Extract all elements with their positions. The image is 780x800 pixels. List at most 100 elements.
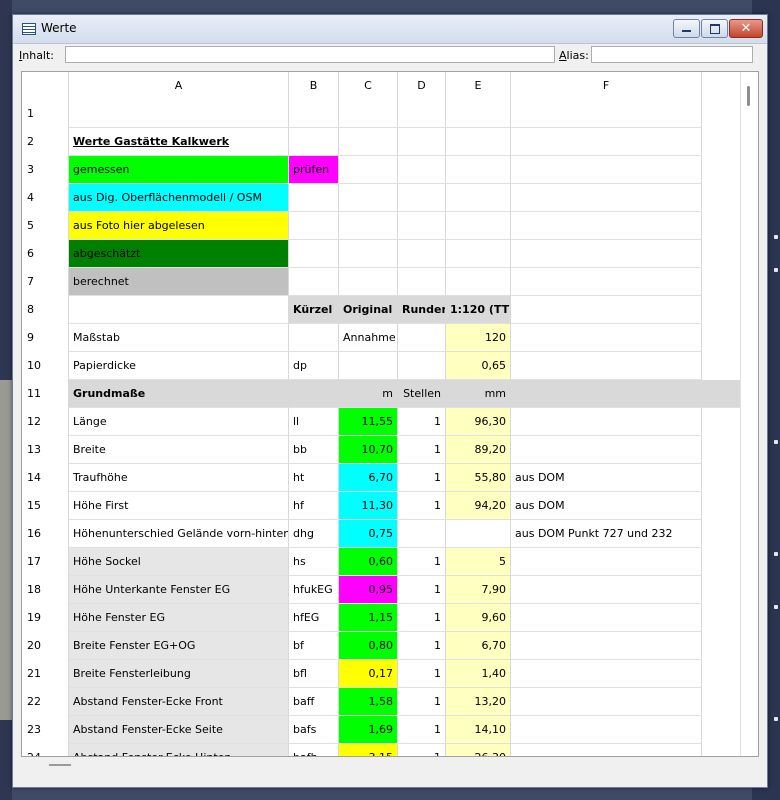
- cell-e13[interactable]: 89,20: [446, 436, 511, 464]
- cell-a21[interactable]: Breite Fensterleibung: [69, 660, 289, 688]
- row-header[interactable]: 24: [22, 744, 69, 756]
- row-header[interactable]: 22: [22, 688, 69, 716]
- row-header[interactable]: 7: [22, 268, 69, 296]
- row-header[interactable]: 21: [22, 660, 69, 688]
- empty-cell[interactable]: [511, 660, 702, 688]
- row-header[interactable]: 13: [22, 436, 69, 464]
- cell-e18[interactable]: 7,90: [446, 576, 511, 604]
- cell-e8[interactable]: 1:120 (TT): [446, 296, 511, 324]
- empty-cell[interactable]: [511, 324, 702, 352]
- empty-cell[interactable]: [339, 212, 398, 240]
- maximize-button[interactable]: [701, 19, 728, 38]
- empty-cell[interactable]: [446, 212, 511, 240]
- row-header[interactable]: 20: [22, 632, 69, 660]
- empty-cell[interactable]: [511, 128, 702, 156]
- cell-b20[interactable]: bf: [289, 632, 339, 660]
- column-header-f[interactable]: F: [511, 72, 702, 100]
- cell-b21[interactable]: bfl: [289, 660, 339, 688]
- empty-cell[interactable]: [339, 352, 398, 380]
- cell-e19[interactable]: 9,60: [446, 604, 511, 632]
- cell-d12[interactable]: 1: [398, 408, 446, 436]
- column-header-b[interactable]: B: [289, 72, 339, 100]
- row-header[interactable]: 1: [22, 100, 69, 128]
- corner-header[interactable]: [22, 72, 69, 100]
- empty-cell[interactable]: [446, 184, 511, 212]
- empty-cell[interactable]: [511, 408, 702, 436]
- empty-cell[interactable]: [511, 688, 702, 716]
- column-header-e[interactable]: E: [446, 72, 511, 100]
- cell-b15[interactable]: hf: [289, 492, 339, 520]
- empty-cell[interactable]: [446, 520, 511, 548]
- cell-b12[interactable]: ll: [289, 408, 339, 436]
- cell-a5[interactable]: aus Foto hier abgelesen: [69, 212, 289, 240]
- cell-d20[interactable]: 1: [398, 632, 446, 660]
- cell-d17[interactable]: 1: [398, 548, 446, 576]
- cell-e24[interactable]: 26,30: [446, 744, 511, 756]
- cell-f16[interactable]: aus DOM Punkt 727 und 232: [511, 520, 702, 548]
- cell-a9[interactable]: Maßstab: [69, 324, 289, 352]
- cell-c16[interactable]: 0,75: [339, 520, 398, 548]
- cell-f14[interactable]: aus DOM: [511, 464, 702, 492]
- cell-d18[interactable]: 1: [398, 576, 446, 604]
- cell-a20[interactable]: Breite Fenster EG+OG: [69, 632, 289, 660]
- cell-a2[interactable]: Werte Gastätte Kalkwerk: [69, 128, 289, 156]
- cell-a16[interactable]: Höhenunterschied Gelände vorn-hinten: [69, 520, 289, 548]
- empty-cell[interactable]: [511, 212, 702, 240]
- cell-b14[interactable]: ht: [289, 464, 339, 492]
- empty-cell[interactable]: [446, 268, 511, 296]
- cell-b16[interactable]: dhg: [289, 520, 339, 548]
- cell-c18[interactable]: 0,95: [339, 576, 398, 604]
- empty-cell[interactable]: [339, 184, 398, 212]
- row-header[interactable]: 2: [22, 128, 69, 156]
- vertical-scrollbar[interactable]: [740, 72, 758, 756]
- cell-d23[interactable]: 1: [398, 716, 446, 744]
- cell-b11[interactable]: [289, 380, 339, 408]
- title-bar[interactable]: Werte ✕: [13, 15, 767, 44]
- row-header[interactable]: 14: [22, 464, 69, 492]
- cell-b23[interactable]: bafs: [289, 716, 339, 744]
- cell-a15[interactable]: Höhe First: [69, 492, 289, 520]
- cell-c11[interactable]: m: [339, 380, 398, 408]
- cell-b10[interactable]: dp: [289, 352, 339, 380]
- row-header[interactable]: 10: [22, 352, 69, 380]
- horizontal-scrollbar-thumb[interactable]: [49, 764, 71, 766]
- cell-b22[interactable]: baff: [289, 688, 339, 716]
- empty-cell[interactable]: [398, 212, 446, 240]
- cell-b19[interactable]: hfEG: [289, 604, 339, 632]
- cell-d21[interactable]: 1: [398, 660, 446, 688]
- cell-d8[interactable]: Runden: [398, 296, 446, 324]
- empty-cell[interactable]: [511, 156, 702, 184]
- row-header[interactable]: 12: [22, 408, 69, 436]
- empty-cell[interactable]: [398, 128, 446, 156]
- empty-cell[interactable]: [511, 296, 702, 324]
- cell-b8[interactable]: Kürzel: [289, 296, 339, 324]
- cell-c15[interactable]: 11,30: [339, 492, 398, 520]
- empty-cell[interactable]: [511, 744, 702, 756]
- empty-cell[interactable]: [511, 436, 702, 464]
- empty-cell[interactable]: [446, 128, 511, 156]
- empty-cell[interactable]: [398, 352, 446, 380]
- empty-cell[interactable]: [339, 128, 398, 156]
- spreadsheet-grid[interactable]: A B C D E F 1 2 Werte Gastätte Kalkwerk 3 gemessen…: [21, 71, 759, 757]
- empty-cell[interactable]: [511, 632, 702, 660]
- cell-e9[interactable]: 120: [446, 324, 511, 352]
- cell-e22[interactable]: 13,20: [446, 688, 511, 716]
- cell-a12[interactable]: Länge: [69, 408, 289, 436]
- vertical-scrollbar-thumb[interactable]: [747, 86, 750, 106]
- row-header[interactable]: 6: [22, 240, 69, 268]
- cell-a11[interactable]: Grundmaße: [69, 380, 289, 408]
- empty-cell[interactable]: [69, 100, 289, 128]
- cell-a23[interactable]: Abstand Fenster-Ecke Seite: [69, 716, 289, 744]
- column-header-d[interactable]: D: [398, 72, 446, 100]
- empty-cell[interactable]: [398, 100, 446, 128]
- empty-cell[interactable]: [289, 184, 339, 212]
- cell-d15[interactable]: 1: [398, 492, 446, 520]
- empty-cell[interactable]: [398, 184, 446, 212]
- row-header[interactable]: 23: [22, 716, 69, 744]
- cell-e17[interactable]: 5: [446, 548, 511, 576]
- cell-b17[interactable]: hs: [289, 548, 339, 576]
- row-header[interactable]: 5: [22, 212, 69, 240]
- cell-e23[interactable]: 14,10: [446, 716, 511, 744]
- content-input[interactable]: [65, 46, 555, 63]
- empty-cell[interactable]: [289, 324, 339, 352]
